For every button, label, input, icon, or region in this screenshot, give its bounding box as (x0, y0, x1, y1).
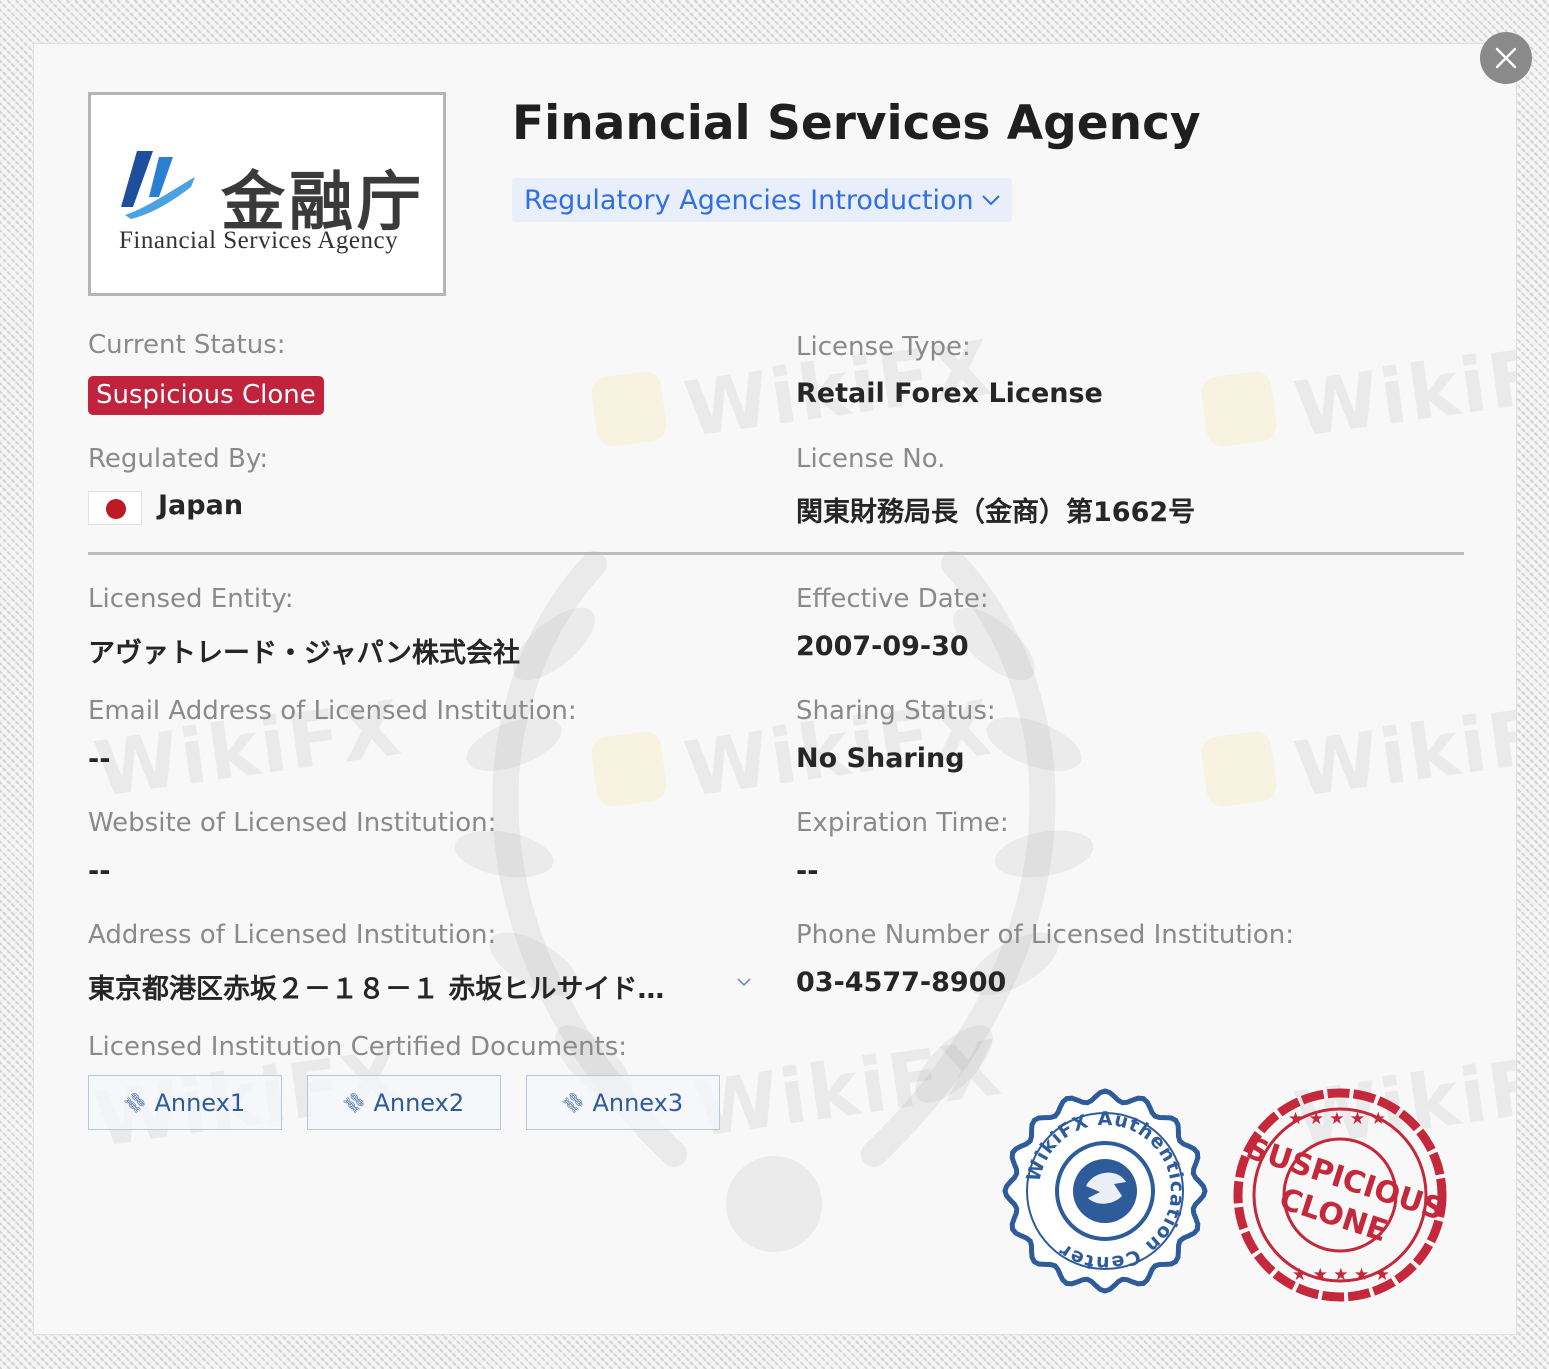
annex-3-button[interactable]: ⛓ Annex3 (526, 1075, 720, 1130)
documents-label: Licensed Institution Certified Documents… (88, 1032, 628, 1062)
svg-text:★ ★ ★ ★ ★: ★ ★ ★ ★ ★ (1292, 1265, 1390, 1285)
japan-flag-icon (88, 491, 142, 525)
expiration-time-label: Expiration Time: (796, 808, 1009, 838)
address-value: 東京都港区赤坂２－１８－１ 赤坂ヒルサイド… (88, 974, 665, 1005)
suspicious-clone-seal-icon: ★ ★ ★ ★ ★ ★ ★ ★ ★ ★ SUSPICIOUS CLONE (1233, 1088, 1448, 1302)
website-label: Website of Licensed Institution: (88, 808, 497, 838)
annex-2-button[interactable]: ⛓ Annex2 (307, 1075, 501, 1130)
link-icon: ⛓ (339, 1087, 370, 1118)
section-divider (88, 552, 1464, 555)
annex-2-label: Annex2 (373, 1088, 465, 1117)
license-no-label: License No. (796, 444, 946, 474)
annex-1-label: Annex1 (154, 1088, 246, 1117)
current-status-label: Current Status: (88, 330, 286, 360)
agency-logo: 金融庁 Financial Services Agency (88, 92, 446, 296)
licensed-entity-value: アヴァトレード・ジャパン株式会社 (88, 638, 520, 669)
close-icon (1495, 47, 1517, 69)
address-label: Address of Licensed Institution: (88, 920, 497, 950)
close-button[interactable] (1480, 32, 1532, 84)
phone-value: 03-4577-8900 (796, 967, 1007, 998)
link-icon: ⛓ (558, 1087, 589, 1118)
annex-1-button[interactable]: ⛓ Annex1 (88, 1075, 282, 1130)
license-no-value: 関東財務局長（金商）第1662号 (796, 497, 1196, 528)
svg-text:★ ★ ★ ★ ★: ★ ★ ★ ★ ★ (1288, 1109, 1386, 1129)
license-type-label: License Type: (796, 332, 971, 362)
regulated-by-value: Japan (158, 490, 244, 521)
regulatory-intro-label: Regulatory Agencies Introduction (524, 184, 974, 216)
licensed-entity-label: Licensed Entity: (88, 584, 294, 614)
effective-date-label: Effective Date: (796, 584, 989, 614)
chevron-down-icon (981, 195, 1000, 206)
license-type-value: Retail Forex License (796, 378, 1103, 409)
sharing-status-label: Sharing Status: (796, 696, 996, 726)
fsa-logo-mark-icon (121, 151, 195, 219)
logo-subtitle: Financial Services Agency (119, 227, 399, 254)
regulatory-intro-dropdown[interactable]: Regulatory Agencies Introduction (512, 178, 1012, 222)
status-badge: Suspicious Clone (88, 376, 324, 415)
email-value: -- (88, 744, 111, 775)
email-label: Email Address of Licensed Institution: (88, 696, 577, 726)
regulated-by-label: Regulated By: (88, 444, 269, 474)
wikifx-authentication-seal-icon: WikiFX Authentication Center (1002, 1088, 1208, 1294)
address-expand-chevron-icon[interactable] (734, 972, 754, 992)
phone-label: Phone Number of Licensed Institution: (796, 920, 1294, 950)
annex-3-label: Annex3 (592, 1088, 684, 1117)
expiration-time-value: -- (796, 856, 819, 887)
website-value: -- (88, 856, 111, 887)
agency-title: Financial Services Agency (512, 96, 1201, 151)
effective-date-value: 2007-09-30 (796, 631, 969, 662)
link-icon: ⛓ (120, 1087, 151, 1118)
sharing-status-value: No Sharing (796, 743, 965, 774)
